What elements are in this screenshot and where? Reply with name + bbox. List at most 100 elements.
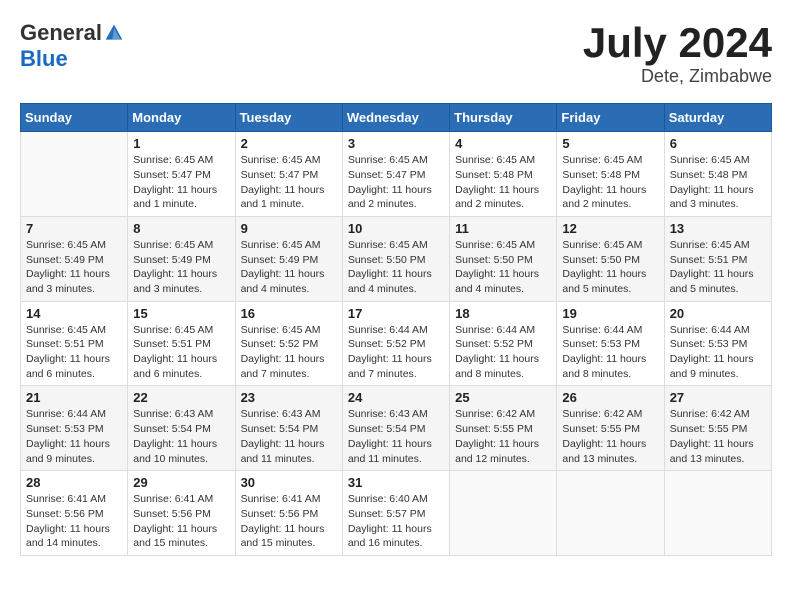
day-number: 22 (133, 390, 229, 405)
day-info: Sunrise: 6:44 AMSunset: 5:53 PMDaylight:… (26, 407, 122, 466)
day-info: Sunrise: 6:45 AMSunset: 5:47 PMDaylight:… (348, 153, 444, 212)
day-number: 24 (348, 390, 444, 405)
day-number: 1 (133, 136, 229, 151)
day-info: Sunrise: 6:42 AMSunset: 5:55 PMDaylight:… (562, 407, 658, 466)
day-info: Sunrise: 6:45 AMSunset: 5:50 PMDaylight:… (562, 238, 658, 297)
weekday-header-thursday: Thursday (450, 104, 557, 132)
day-info: Sunrise: 6:45 AMSunset: 5:49 PMDaylight:… (133, 238, 229, 297)
day-number: 7 (26, 221, 122, 236)
calendar-cell (21, 132, 128, 217)
day-info: Sunrise: 6:40 AMSunset: 5:57 PMDaylight:… (348, 492, 444, 551)
calendar-body: 1 Sunrise: 6:45 AMSunset: 5:47 PMDaylight… (21, 132, 772, 556)
day-number: 6 (670, 136, 766, 151)
logo-icon (104, 23, 124, 43)
weekday-header-sunday: Sunday (21, 104, 128, 132)
day-info: Sunrise: 6:45 AMSunset: 5:48 PMDaylight:… (670, 153, 766, 212)
day-info: Sunrise: 6:45 AMSunset: 5:52 PMDaylight:… (241, 323, 337, 382)
day-number: 25 (455, 390, 551, 405)
logo-blue-text: Blue (20, 46, 68, 71)
logo-general-text: General (20, 20, 102, 46)
day-info: Sunrise: 6:44 AMSunset: 5:52 PMDaylight:… (348, 323, 444, 382)
day-info: Sunrise: 6:45 AMSunset: 5:51 PMDaylight:… (133, 323, 229, 382)
day-info: Sunrise: 6:42 AMSunset: 5:55 PMDaylight:… (455, 407, 551, 466)
day-number: 27 (670, 390, 766, 405)
calendar-cell: 19Sunrise: 6:44 AMSunset: 5:53 PMDayligh… (557, 301, 664, 386)
location-text: Dete, Zimbabwe (583, 66, 772, 87)
day-number: 17 (348, 306, 444, 321)
day-number: 19 (562, 306, 658, 321)
calendar-cell: 23Sunrise: 6:43 AMSunset: 5:54 PMDayligh… (235, 386, 342, 471)
calendar-cell: 8 Sunrise: 6:45 AMSunset: 5:49 PMDaylight… (128, 216, 235, 301)
day-number: 20 (670, 306, 766, 321)
weekday-header-wednesday: Wednesday (342, 104, 449, 132)
day-number: 31 (348, 475, 444, 490)
calendar-cell: 15 Sunrise: 6:45 AMSunset: 5:51 PMDayligh… (128, 301, 235, 386)
calendar-cell: 6 Sunrise: 6:45 AMSunset: 5:48 PMDaylight… (664, 132, 771, 217)
day-number: 15 (133, 306, 229, 321)
calendar-cell: 26Sunrise: 6:42 AMSunset: 5:55 PMDayligh… (557, 386, 664, 471)
day-info: Sunrise: 6:45 AMSunset: 5:48 PMDaylight:… (455, 153, 551, 212)
calendar-cell: 5 Sunrise: 6:45 AMSunset: 5:48 PMDaylight… (557, 132, 664, 217)
day-number: 18 (455, 306, 551, 321)
calendar-cell: 16Sunrise: 6:45 AMSunset: 5:52 PMDayligh… (235, 301, 342, 386)
calendar-cell: 10 Sunrise: 6:45 AMSunset: 5:50 PMDayligh… (342, 216, 449, 301)
day-info: Sunrise: 6:45 AMSunset: 5:48 PMDaylight:… (562, 153, 658, 212)
day-number: 14 (26, 306, 122, 321)
calendar-cell: 18 Sunrise: 6:44 AMSunset: 5:52 PMDayligh… (450, 301, 557, 386)
day-info: Sunrise: 6:45 AMSunset: 5:50 PMDaylight:… (348, 238, 444, 297)
calendar-week-row: 1 Sunrise: 6:45 AMSunset: 5:47 PMDaylight… (21, 132, 772, 217)
calendar-cell: 31 Sunrise: 6:40 AMSunset: 5:57 PMDayligh… (342, 471, 449, 556)
day-number: 8 (133, 221, 229, 236)
title-area: July 2024 Dete, Zimbabwe (583, 20, 772, 87)
day-info: Sunrise: 6:45 AMSunset: 5:51 PMDaylight:… (670, 238, 766, 297)
calendar-cell: 28 Sunrise: 6:41 AMSunset: 5:56 PMDayligh… (21, 471, 128, 556)
calendar-cell: 24Sunrise: 6:43 AMSunset: 5:54 PMDayligh… (342, 386, 449, 471)
calendar-cell: 12 Sunrise: 6:45 AMSunset: 5:50 PMDayligh… (557, 216, 664, 301)
calendar-cell: 4 Sunrise: 6:45 AMSunset: 5:48 PMDaylight… (450, 132, 557, 217)
day-number: 29 (133, 475, 229, 490)
day-info: Sunrise: 6:43 AMSunset: 5:54 PMDaylight:… (133, 407, 229, 466)
weekday-header-row: SundayMondayTuesdayWednesdayThursdayFrid… (21, 104, 772, 132)
calendar-cell: 14 Sunrise: 6:45 AMSunset: 5:51 PMDayligh… (21, 301, 128, 386)
day-info: Sunrise: 6:44 AMSunset: 5:53 PMDaylight:… (670, 323, 766, 382)
day-info: Sunrise: 6:42 AMSunset: 5:55 PMDaylight:… (670, 407, 766, 466)
day-number: 28 (26, 475, 122, 490)
day-info: Sunrise: 6:45 AMSunset: 5:50 PMDaylight:… (455, 238, 551, 297)
calendar-cell: 1 Sunrise: 6:45 AMSunset: 5:47 PMDaylight… (128, 132, 235, 217)
day-number: 11 (455, 221, 551, 236)
day-info: Sunrise: 6:45 AMSunset: 5:51 PMDaylight:… (26, 323, 122, 382)
day-number: 9 (241, 221, 337, 236)
day-info: Sunrise: 6:44 AMSunset: 5:52 PMDaylight:… (455, 323, 551, 382)
day-info: Sunrise: 6:41 AMSunset: 5:56 PMDaylight:… (26, 492, 122, 551)
day-number: 2 (241, 136, 337, 151)
day-number: 5 (562, 136, 658, 151)
day-info: Sunrise: 6:45 AMSunset: 5:49 PMDaylight:… (241, 238, 337, 297)
calendar-cell (450, 471, 557, 556)
calendar-cell: 20 Sunrise: 6:44 AMSunset: 5:53 PMDayligh… (664, 301, 771, 386)
day-info: Sunrise: 6:45 AMSunset: 5:47 PMDaylight:… (133, 153, 229, 212)
calendar-cell (664, 471, 771, 556)
calendar-table: SundayMondayTuesdayWednesdayThursdayFrid… (20, 103, 772, 556)
calendar-cell: 7Sunrise: 6:45 AMSunset: 5:49 PMDaylight… (21, 216, 128, 301)
month-title: July 2024 (583, 20, 772, 66)
calendar-week-row: 21 Sunrise: 6:44 AMSunset: 5:53 PMDayligh… (21, 386, 772, 471)
day-info: Sunrise: 6:45 AMSunset: 5:47 PMDaylight:… (241, 153, 337, 212)
calendar-cell: 13 Sunrise: 6:45 AMSunset: 5:51 PMDayligh… (664, 216, 771, 301)
day-number: 3 (348, 136, 444, 151)
page-header: General Blue July 2024 Dete, Zimbabwe (20, 20, 772, 87)
calendar-cell: 22 Sunrise: 6:43 AMSunset: 5:54 PMDayligh… (128, 386, 235, 471)
weekday-header-saturday: Saturday (664, 104, 771, 132)
logo: General Blue (20, 20, 124, 72)
day-number: 12 (562, 221, 658, 236)
day-number: 10 (348, 221, 444, 236)
calendar-cell: 2 Sunrise: 6:45 AMSunset: 5:47 PMDaylight… (235, 132, 342, 217)
day-number: 13 (670, 221, 766, 236)
day-info: Sunrise: 6:41 AMSunset: 5:56 PMDaylight:… (241, 492, 337, 551)
calendar-cell: 21 Sunrise: 6:44 AMSunset: 5:53 PMDayligh… (21, 386, 128, 471)
calendar-cell: 17 Sunrise: 6:44 AMSunset: 5:52 PMDayligh… (342, 301, 449, 386)
weekday-header-tuesday: Tuesday (235, 104, 342, 132)
day-number: 4 (455, 136, 551, 151)
calendar-week-row: 14 Sunrise: 6:45 AMSunset: 5:51 PMDayligh… (21, 301, 772, 386)
day-number: 21 (26, 390, 122, 405)
day-number: 30 (241, 475, 337, 490)
